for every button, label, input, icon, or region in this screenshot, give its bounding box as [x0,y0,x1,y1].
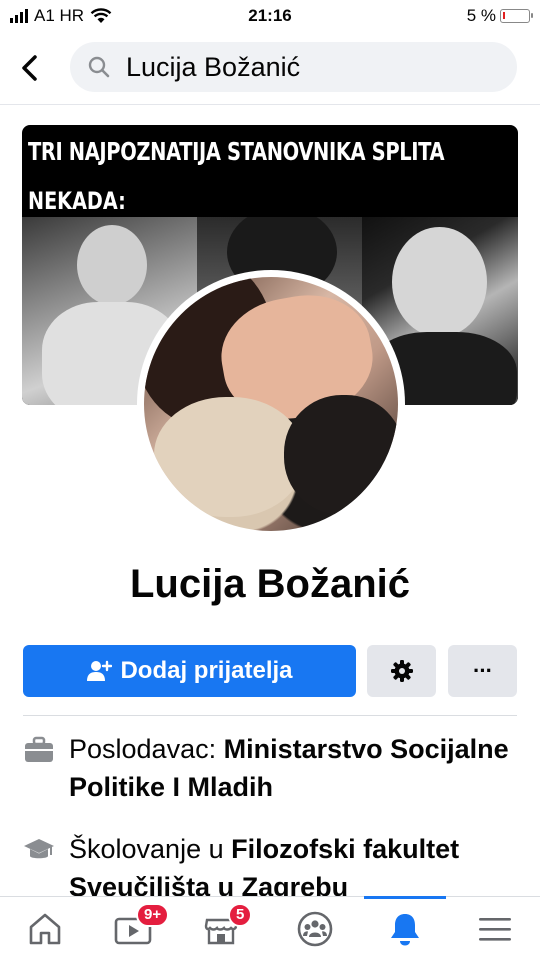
add-friend-icon [87,660,113,681]
section-divider [23,715,517,716]
settings-button[interactable] [367,645,436,697]
nav-notifications[interactable] [382,909,428,949]
work-detail: Poslodavac: Ministarstvo Socijalne Polit… [23,730,517,806]
search-icon [88,55,112,79]
menu-icon [479,918,511,941]
gear-icon [390,660,413,682]
bottom-navigation: 9+ 5 [0,896,540,960]
active-tab-indicator [364,896,446,899]
clock: 21:16 [248,6,292,25]
status-bar: A1 HR 21:16 5 % [0,0,540,32]
watch-badge: 9+ [136,903,170,927]
work-prefix: Poslodavac: [69,734,224,764]
status-right: 5 % [466,6,533,26]
more-icon: ··· [473,658,493,683]
more-options-button[interactable]: ··· [448,645,517,697]
search-input[interactable]: Lucija Božanić [70,42,517,92]
chevron-left-icon [22,55,37,81]
groups-icon [297,911,333,947]
profile-picture[interactable] [137,270,405,538]
nav-menu[interactable] [472,909,518,949]
battery-percent: 5 % [466,6,496,25]
education-prefix: Školovanje u [69,834,232,864]
avatar [144,277,398,531]
search-query: Lucija Božanić [126,51,301,82]
education-detail: Školovanje u Filozofski fakultet Sveučil… [23,830,517,896]
nav-home[interactable] [22,909,68,949]
back-button[interactable] [20,50,60,86]
nav-marketplace[interactable]: 5 [198,903,253,949]
search-header: Lucija Božanić [0,38,540,98]
graduation-cap-icon [24,839,54,859]
home-icon [29,913,61,945]
cover-subtitle-text: NEKADA: [28,187,126,215]
profile-name: Lucija Božanić [129,562,411,606]
marketplace-badge: 5 [228,903,253,927]
nav-groups[interactable] [292,909,338,949]
bell-icon [391,914,419,946]
profile-actions: Dodaj prijatelja ··· [23,645,517,697]
battery-icon [500,9,533,23]
add-friend-button[interactable]: Dodaj prijatelja [23,645,356,697]
nav-watch[interactable]: 9+ [110,903,170,949]
briefcase-icon [25,736,53,762]
cover-title-text: TRI NAJPOZNATIJA STANOVNIKA SPLITA [28,137,445,166]
header-divider [0,104,540,105]
add-friend-label: Dodaj prijatelja [120,657,293,684]
